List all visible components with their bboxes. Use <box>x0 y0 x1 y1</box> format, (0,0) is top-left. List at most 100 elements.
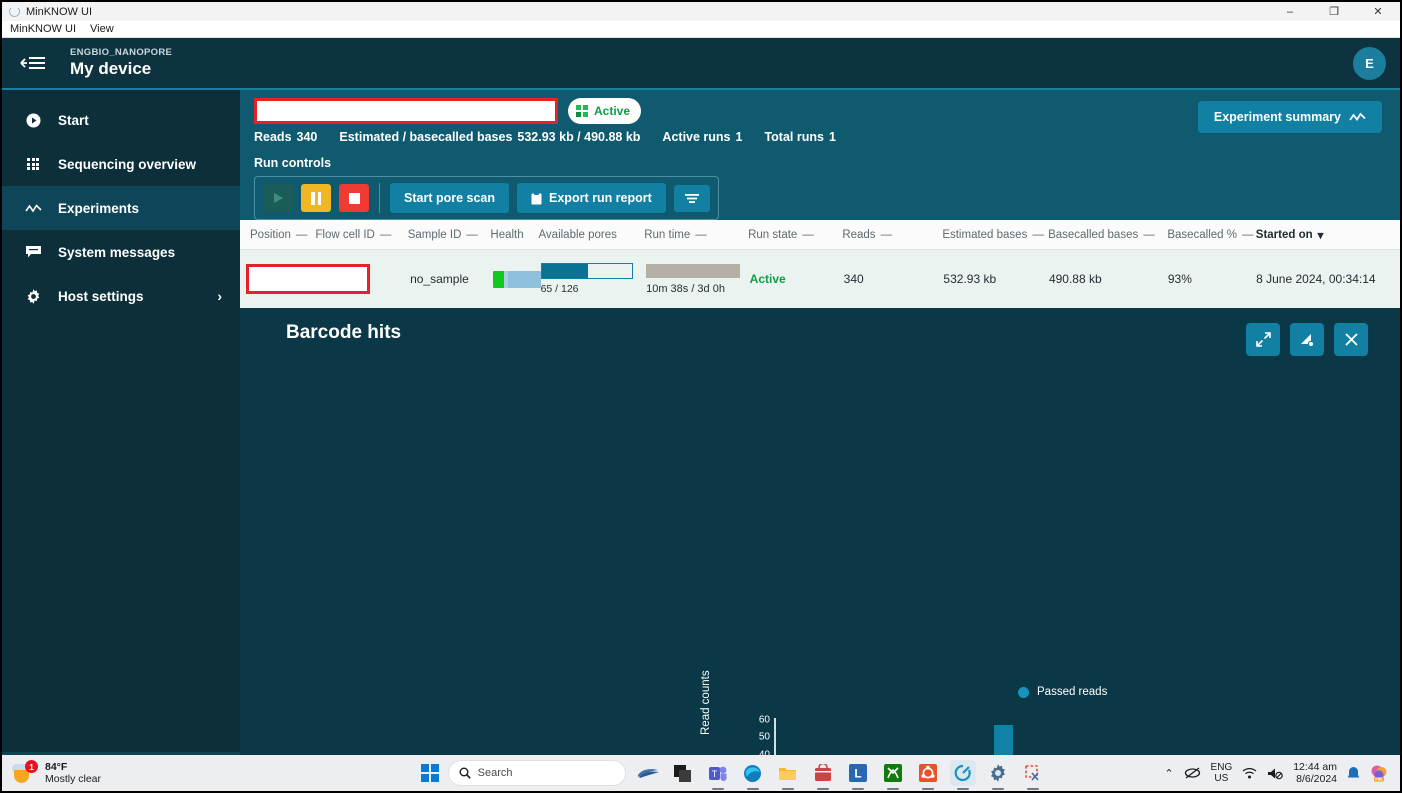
th-estimated-bases[interactable]: Estimated bases — <box>942 229 1048 241</box>
file-explorer-dark-icon[interactable] <box>670 760 696 786</box>
stat-reads: Reads 340 <box>254 130 318 144</box>
app-menu-bar[interactable]: MinKNOW UI View <box>2 21 1400 38</box>
svg-text:L: L <box>854 767 861 781</box>
th-position[interactable]: Position — <box>250 229 315 241</box>
window-controls[interactable]: – ❐ ✕ <box>1268 2 1400 21</box>
line-chart-icon <box>24 203 42 214</box>
barcode-hits-panel: Barcode hits Passed reads Read counts 50… <box>240 308 1400 791</box>
microsoft-store-icon[interactable] <box>810 760 836 790</box>
sidebar-item-system-messages[interactable]: System messages <box>2 230 240 274</box>
nvidia-icon[interactable] <box>635 760 661 786</box>
windows-start-icon[interactable] <box>420 764 439 782</box>
th-run-time[interactable]: Run time — <box>644 229 748 241</box>
clock[interactable]: 12:44 am 8/6/2024 <box>1293 761 1337 785</box>
grid-icon <box>24 158 42 170</box>
export-run-report-label: Export run report <box>549 191 652 205</box>
run-controls-label: Run controls <box>254 156 332 170</box>
sidebar-item-label: Start <box>58 112 89 128</box>
collapse-sidebar-icon[interactable] <box>2 54 62 72</box>
search-placeholder: Search <box>477 767 513 779</box>
cell-reads: 340 <box>843 272 864 286</box>
sidebar-item-host-settings[interactable]: Host settings › <box>2 274 240 318</box>
stop-button[interactable] <box>339 184 369 212</box>
sidebar-item-sequencing-overview[interactable]: Sequencing overview <box>2 142 240 186</box>
panel-header: Barcode hits <box>240 308 1400 344</box>
position-redacted <box>246 264 370 294</box>
search-input[interactable]: Search <box>447 760 626 786</box>
wifi-icon[interactable] <box>1242 767 1257 779</box>
experiment-summary-button[interactable]: Experiment summary <box>1197 101 1382 133</box>
pores-bar <box>540 263 633 279</box>
th-basecalled-percent[interactable]: Basecalled % — <box>1167 229 1255 241</box>
th-sample-id[interactable]: Sample ID — <box>408 229 491 241</box>
notification-badge: 1 <box>25 760 38 773</box>
weather-widget[interactable]: 1 84°F Mostly clear <box>2 760 302 786</box>
th-started-on[interactable]: Started on ▾ <box>1256 228 1400 242</box>
linkedin-icon[interactable]: L <box>845 760 871 790</box>
th-basecalled-bases[interactable]: Basecalled bases — <box>1048 229 1167 241</box>
export-run-report-button[interactable]: Export run report <box>517 183 666 213</box>
tray-chevron-icon[interactable]: ⌃ <box>1164 767 1173 780</box>
cell-started-on: 8 June 2024, 00:34:14 <box>1256 272 1376 286</box>
divider <box>379 183 380 213</box>
chart-legend: Passed reads <box>1018 686 1107 698</box>
position-name-redacted <box>254 98 558 124</box>
th-available-pores[interactable]: Available pores <box>538 229 644 241</box>
language-indicator[interactable]: ENG US <box>1211 762 1233 784</box>
close-button[interactable]: ✕ <box>1356 2 1400 21</box>
pause-button[interactable] <box>301 184 331 212</box>
run-controls-group: Start pore scan Export run report <box>254 176 719 220</box>
stat-active-runs: Active runs 1 <box>662 130 743 144</box>
experiment-summary-label: Experiment summary <box>1213 110 1341 124</box>
bell-icon[interactable] <box>1347 766 1360 781</box>
status-badge-label: Active <box>594 104 631 118</box>
play-button[interactable] <box>263 184 293 212</box>
app-header: ENGBIO_NANOPORE My device E <box>2 38 1400 90</box>
close-icon[interactable] <box>1334 323 1368 356</box>
volume-muted-icon[interactable] <box>1267 767 1284 780</box>
status-squares-icon <box>576 105 588 117</box>
edge-icon[interactable] <box>740 760 766 790</box>
app-window: MinKNOW UI – ❐ ✕ MinKNOW UI View ENGBIO_… <box>0 0 1402 793</box>
taskbar-icons: Search T L <box>302 760 1164 790</box>
no-pen-icon[interactable] <box>1184 766 1201 780</box>
stat-total-runs: Total runs 1 <box>764 130 836 144</box>
th-run-state[interactable]: Run state — <box>748 229 842 241</box>
y-axis-tick: 50 <box>758 731 770 743</box>
main-content: Active Experiment summary Reads 340 Estim… <box>240 90 1400 791</box>
status-badge: Active <box>568 98 642 124</box>
chart-settings-icon[interactable] <box>1290 323 1324 356</box>
filter-icon <box>684 193 699 203</box>
maximize-button[interactable]: ❐ <box>1312 2 1356 21</box>
file-explorer-icon[interactable] <box>775 760 801 790</box>
copilot-icon[interactable]: PRE <box>1370 764 1388 782</box>
start-pore-scan-button[interactable]: Start pore scan <box>390 183 510 213</box>
weather-desc: Mostly clear <box>45 772 102 785</box>
y-axis-label: Read counts <box>700 670 712 735</box>
expand-icon[interactable] <box>1246 323 1280 356</box>
sidebar-item-experiments[interactable]: Experiments <box>2 186 240 230</box>
avatar[interactable]: E <box>1353 47 1386 80</box>
minimize-button[interactable]: – <box>1268 2 1312 21</box>
chevron-right-icon: › <box>217 288 222 304</box>
filter-button[interactable] <box>673 184 710 212</box>
play-circle-icon <box>24 113 42 128</box>
th-health[interactable]: Health <box>490 229 538 241</box>
clipboard-icon <box>531 191 542 204</box>
sidebar-item-start[interactable]: Start <box>2 98 240 142</box>
sidebar-item-label: Host settings <box>58 288 144 304</box>
table-row[interactable]: no_sample 65 / 126 10m 38s / 3d 0h Activ… <box>240 250 1400 308</box>
minknow-icon[interactable] <box>949 760 976 790</box>
sidebar-item-label: Sequencing overview <box>58 156 197 172</box>
teams-icon[interactable]: T <box>705 760 731 790</box>
xbox-icon[interactable] <box>880 760 906 790</box>
menu-item-minknow[interactable]: MinKNOW UI <box>10 23 76 35</box>
th-flow-cell-id[interactable]: Flow cell ID — <box>315 229 407 241</box>
menu-item-view[interactable]: View <box>90 23 114 35</box>
th-reads[interactable]: Reads — <box>842 229 942 241</box>
settings-icon[interactable] <box>985 760 1011 790</box>
ubuntu-icon[interactable] <box>915 760 941 790</box>
windows-taskbar: 1 84°F Mostly clear Search T L ⌃ ENG US … <box>2 755 1400 791</box>
legend-color-swatch <box>1018 686 1029 698</box>
snipping-tool-icon[interactable] <box>1020 760 1046 790</box>
